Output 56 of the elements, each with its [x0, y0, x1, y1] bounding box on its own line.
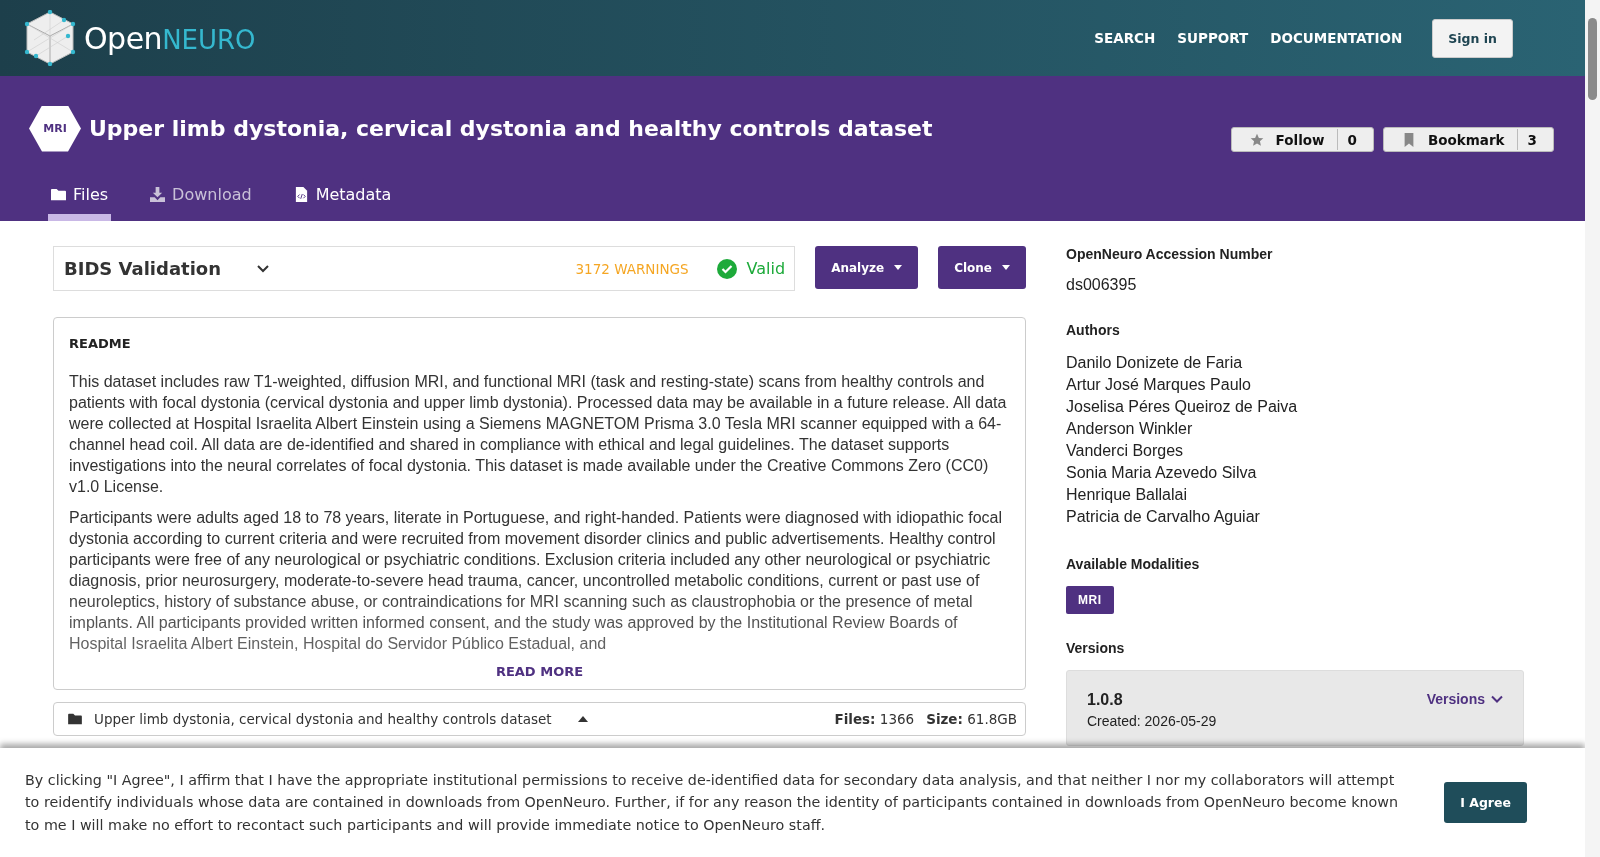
modalities-label: Available Modalities	[1066, 556, 1201, 572]
validation-panel[interactable]: BIDS Validation 3172 WARNINGS Valid	[53, 246, 796, 291]
star-icon	[1249, 132, 1264, 147]
author-name: Henrique Ballalai	[1066, 485, 1188, 505]
file-tree-row[interactable]: Upper limb dystonia, cervical dystonia and healthy controls dataset Files: 1366 Size: 61.8GB	[53, 702, 1026, 736]
version-number: 1.0.8	[1087, 691, 1124, 709]
validation-title: BIDS Validation	[64, 258, 221, 279]
cube-logo-icon	[24, 10, 76, 66]
bookmark-button[interactable]: Bookmark 3	[1382, 127, 1554, 152]
author-name: Vanderci Borges	[1066, 441, 1185, 461]
follow-button[interactable]: Follow 0	[1230, 127, 1374, 152]
readme-heading: README	[69, 336, 132, 351]
authors-label: Authors	[1066, 322, 1121, 338]
author-name: Anderson Winkler	[1066, 419, 1194, 439]
scrollbar[interactable]	[1585, 0, 1600, 857]
dataset-folder-name: Upper limb dystonia, cervical dystonia and healthy controls dataset	[94, 711, 552, 727]
agree-button[interactable]: I Agree	[1444, 782, 1527, 823]
caret-icon	[1002, 265, 1010, 270]
nav-link[interactable]: SEARCH	[1094, 30, 1156, 46]
dataset-title: Upper limb dystonia, cervical dystonia and healthy controls dataset	[89, 116, 933, 141]
dropdown-button[interactable]: Clone	[938, 246, 1026, 289]
modality-tag: MRI	[1066, 586, 1114, 614]
versions-dropdown[interactable]: Versions	[1426, 691, 1503, 707]
logo-wordmark[interactable]: OpenNEURO	[84, 20, 256, 56]
nav-link[interactable]: DOCUMENTATION	[1270, 30, 1403, 46]
download-icon	[150, 187, 166, 202]
versions-label: Versions	[1066, 640, 1126, 656]
author-name: Sonia Maria Azevedo Silva	[1066, 463, 1258, 483]
valid-status: Valid	[746, 259, 786, 278]
consent-text: By clicking "I Agree", I affirm that I have the appropriate institutional permissions to receive de-identified data for secondary data analysis, and that neither I nor my collaborators will attempt to reidentify individuals whose data are contained in downloads from OpenNeuro. Further, if for any reason the identity of participants contained in downloads from OpenNeuro become known to me I will make no effort to recontact such participants and will provide immediate notice to OpenNeuro staff.	[25, 770, 1400, 835]
file-count: Files: 1366	[834, 711, 915, 727]
author-name: Patricia de Carvalho Aguiar	[1066, 507, 1261, 527]
sign-in-button[interactable]: Sign in	[1432, 18, 1513, 58]
chevron-down-icon	[1491, 693, 1503, 705]
code-file-icon	[293, 187, 309, 202]
caret-up-icon	[577, 716, 588, 722]
author-name: Danilo Donizete de Faria	[1066, 353, 1244, 373]
readme-paragraph: This dataset includes raw T1-weighted, diffusion MRI, and functional MRI (task and resting-state) scans from healthy controls and patients with focal dystonia (cervical dystonia and upper limb dystonia). Processed data may be available in a future release. All data were collected at Hospital Israelita Albert Einstein using a Siemens MAGNETOM Prisma 3.0 Tesla MRI scanner equipped with a 64-channel head coil. All data are de-identified and shared in compliance with ethical and legal guidelines. The dataset supports investigations into the neural correlates of focal dystonia. This dataset is made available under the Creative Commons Zero (CC0) v1.0 License.	[69, 372, 1008, 497]
check-circle-icon	[716, 258, 737, 279]
tab[interactable]: Files	[48, 185, 112, 221]
accession-number: ds006395	[1066, 276, 1138, 294]
dataset-size: Size: 61.8GB	[926, 711, 1017, 727]
readme-paragraph: Participants were adults aged 18 to 78 years, literate in Portuguese, and right-handed. Patients were diagnosed with idiopathic focal dystonia according to current criteria and were recruited from movement disorder clinics and public advertisements. Healthy control participants were free of any neurological or psychiatric conditions. Exclusion criteria included any other neurological or psychiatric diagnosis, prior neurosurgery, moderate-to-severe head trauma, cancer, uncontrolled metabolic conditions, current or past use of neuroleptics, history of substance abuse, or contraindications for MRI scanning such as claustrophobia or the presence of metal implants. All participants provided written informed consent, and the study was approved by the Institutional Review Boards of Hospital Israelita Albert Einstein, Hospital do Servidor Público Estadual, and	[69, 508, 1003, 654]
folder-icon	[68, 713, 82, 725]
modality-hexagon-badge: MRI	[29, 105, 81, 152]
created-date: Created: 2026-05-29	[1087, 713, 1217, 729]
caret-icon	[894, 265, 903, 270]
tab[interactable]: Metadata	[290, 185, 395, 221]
folder-icon	[51, 187, 66, 202]
nav-link[interactable]: SUPPORT	[1177, 30, 1249, 46]
accession-label: OpenNeuro Accession Number	[1066, 246, 1274, 262]
author-name: Joselisa Péres Queiroz de Paiva	[1066, 397, 1299, 417]
author-name: Artur José Marques Paulo	[1066, 375, 1252, 395]
warnings-count: 3172 WARNINGS	[575, 260, 689, 277]
scrollbar-thumb[interactable]	[1588, 18, 1597, 100]
dropdown-button[interactable]: Analyze	[815, 246, 919, 289]
